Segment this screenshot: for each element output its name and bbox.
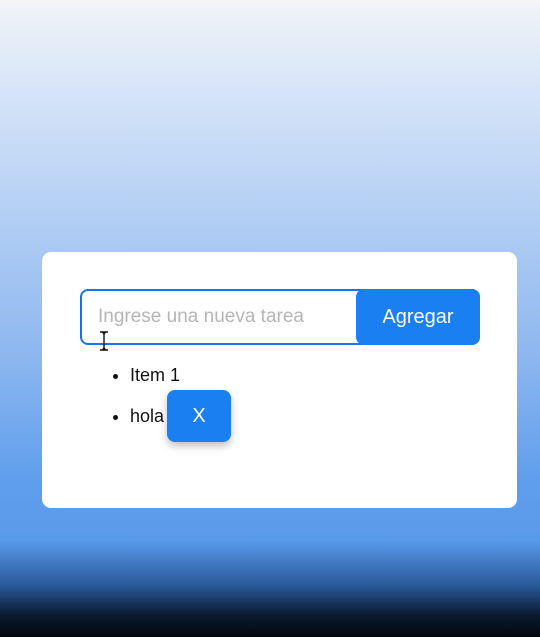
task-list: Item 1 hola X (42, 365, 231, 447)
list-item: Item 1 (130, 365, 180, 385)
task-input-group: Agregar (80, 289, 480, 345)
list-item: hola X (130, 390, 231, 442)
task-label: Item 1 (130, 365, 181, 385)
delete-task-button[interactable]: X (167, 390, 231, 442)
todo-card: Agregar Item 1 hola X (42, 252, 517, 508)
add-task-button[interactable]: Agregar (356, 289, 480, 345)
task-label: hola (130, 406, 165, 426)
text-cursor-icon (100, 331, 108, 351)
